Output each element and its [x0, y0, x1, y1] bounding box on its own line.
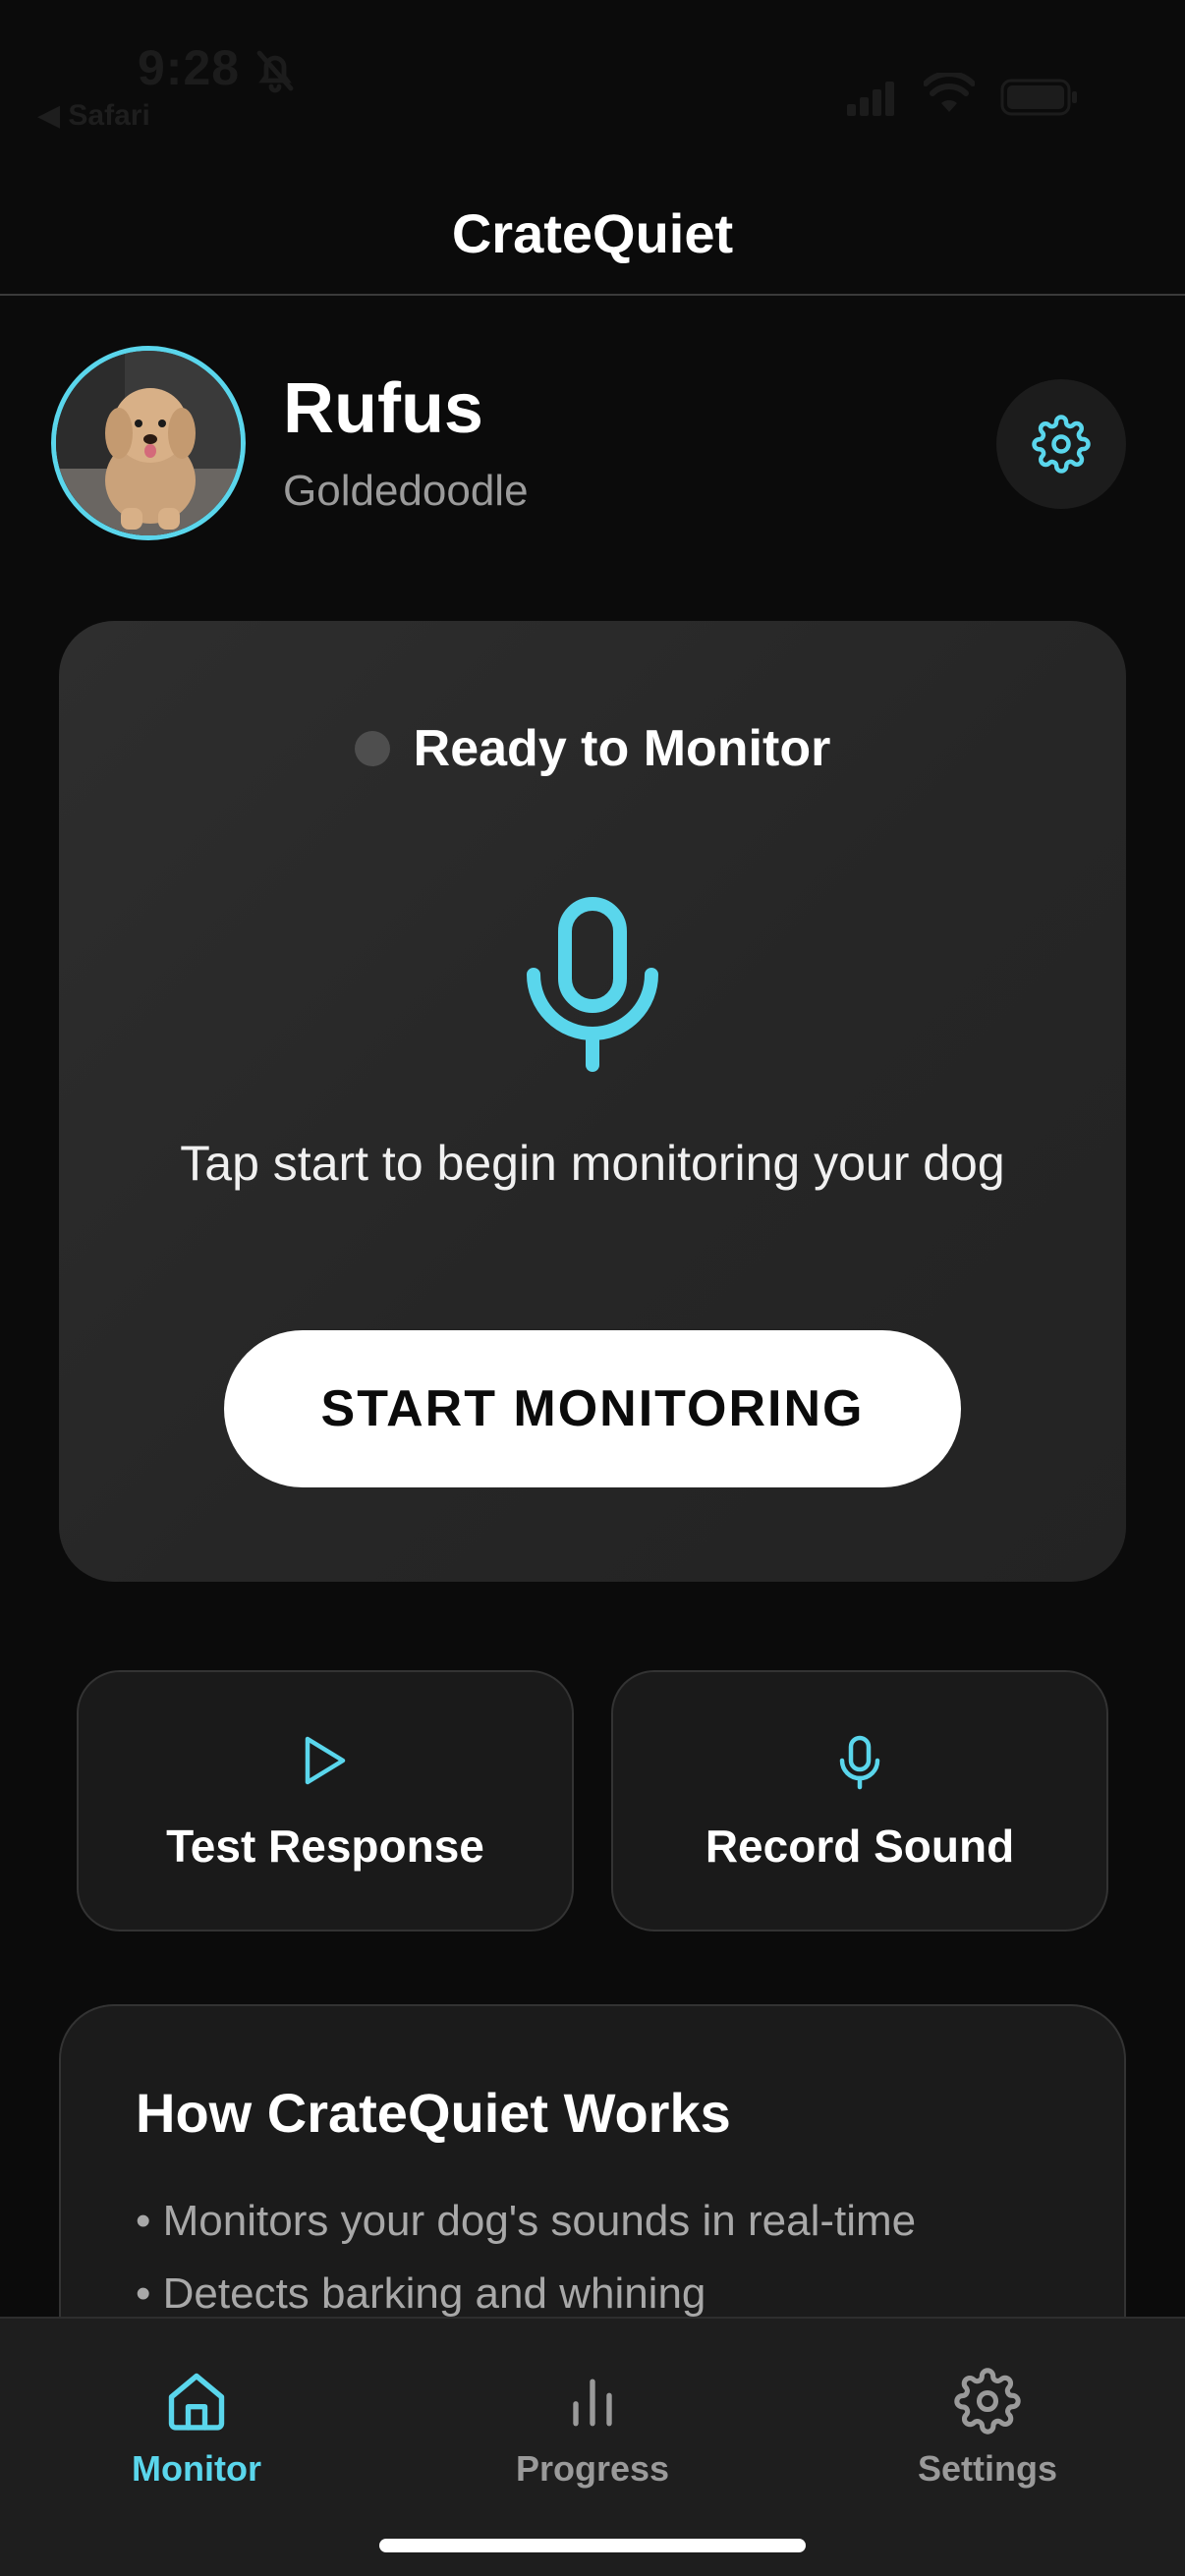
- home-indicator[interactable]: [379, 2539, 806, 2552]
- dog-breed: Goldedoodle: [283, 467, 529, 515]
- home-icon: [168, 2373, 225, 2431]
- tab-progress-label: Progress: [515, 2448, 670, 2489]
- how-it-works-item: • Monitors your dog's sounds in real-tim…: [136, 2197, 917, 2245]
- dog-photo: [56, 351, 241, 535]
- status-time: 9:28: [138, 40, 241, 95]
- start-monitoring-button[interactable]: START MONITORING: [224, 1330, 961, 1487]
- monitor-status: Ready to Monitor: [59, 719, 1126, 778]
- cellular-signal-icon: [847, 82, 894, 116]
- back-to-safari-link[interactable]: ◀ Safari: [37, 98, 150, 133]
- record-sound-label: Record Sound: [705, 1820, 1015, 1872]
- play-icon: [305, 1736, 346, 1785]
- tab-progress[interactable]: Progress: [445, 2368, 740, 2490]
- monitor-hint: Tap start to begin monitoring your dog: [180, 1136, 1005, 1191]
- battery-icon: [1000, 79, 1077, 116]
- test-response-label: Test Response: [166, 1820, 484, 1872]
- bell-off-icon: [256, 50, 294, 93]
- record-sound-button[interactable]: Record Sound: [611, 1670, 1108, 1932]
- dog-name: Rufus: [283, 369, 483, 448]
- tab-monitor-label: Monitor: [132, 2448, 261, 2489]
- gear-icon: [1032, 415, 1091, 474]
- gear-icon: [954, 2368, 1021, 2435]
- bar-chart-icon: [573, 2379, 612, 2427]
- status-bar: 9:28 ◀ Safari: [0, 0, 1185, 167]
- profile-settings-button[interactable]: [996, 379, 1126, 509]
- tab-monitor[interactable]: Monitor: [49, 2368, 344, 2490]
- how-it-works-item: • Detects barking and whining: [136, 2269, 706, 2318]
- tab-settings-label: Settings: [917, 2448, 1057, 2489]
- test-response-button[interactable]: Test Response: [77, 1670, 574, 1932]
- status-indicator-dot: [354, 731, 390, 766]
- mic-icon: [839, 1735, 880, 1790]
- tab-settings[interactable]: Settings: [840, 2368, 1135, 2490]
- app-title: CrateQuiet: [451, 202, 734, 264]
- how-it-works-title: How CrateQuiet Works: [136, 2082, 731, 2144]
- wifi-icon: [924, 73, 975, 112]
- dog-avatar[interactable]: [51, 346, 246, 540]
- microphone-icon: [527, 897, 658, 1072]
- monitor-status-text: Ready to Monitor: [413, 720, 831, 777]
- header-divider: [0, 294, 1185, 296]
- tab-bar: Monitor Progress Settings: [0, 2317, 1185, 2576]
- app-screen: 9:28 ◀ Safari CrateQuiet Rufus Goldedood…: [0, 0, 1185, 2576]
- monitor-card: Ready to Monitor Tap start to begin moni…: [59, 621, 1126, 1582]
